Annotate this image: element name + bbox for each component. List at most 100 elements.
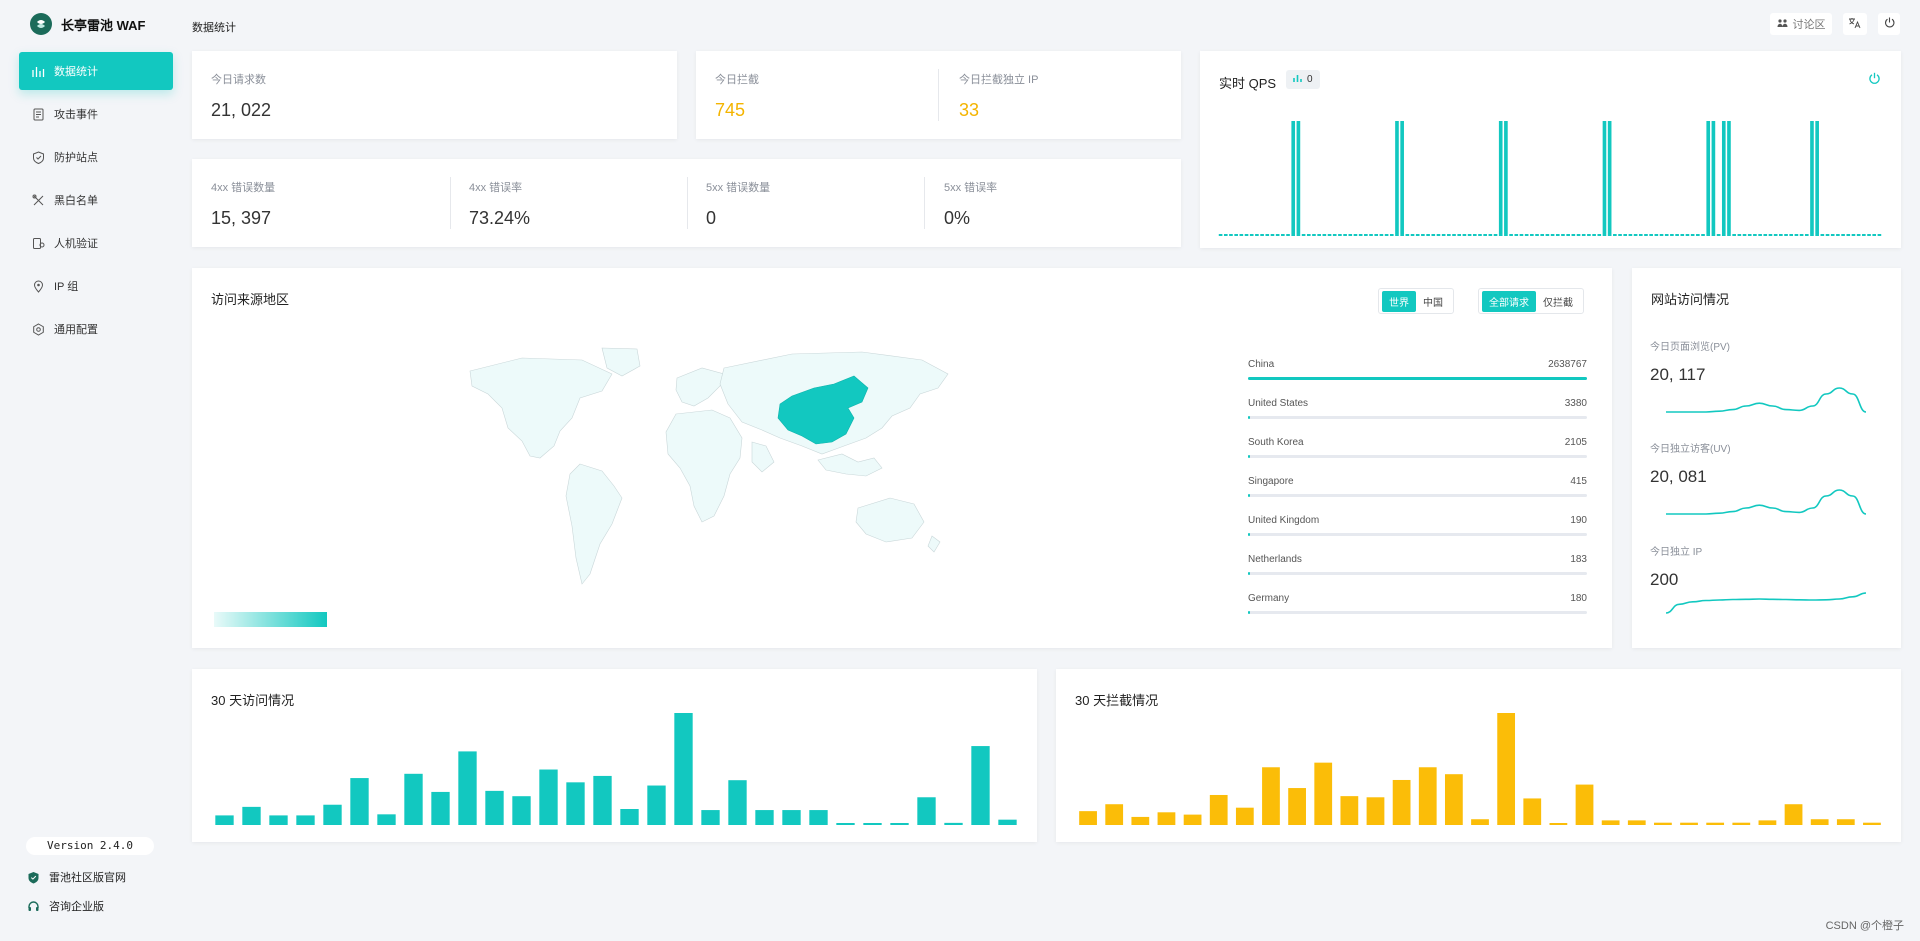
qps-bar bbox=[1649, 234, 1653, 236]
sidebar-item-attack-events[interactable]: 攻击事件 bbox=[19, 95, 173, 133]
ip-value: 200 bbox=[1650, 570, 1679, 589]
visits-bar bbox=[512, 796, 531, 825]
qps-bar bbox=[1602, 121, 1607, 236]
location-pin-icon bbox=[31, 279, 45, 293]
blocks-bar bbox=[1262, 767, 1280, 825]
forum-button[interactable]: 讨论区 bbox=[1770, 13, 1832, 35]
app-title: 长亭雷池 WAF bbox=[61, 17, 146, 33]
qps-bar bbox=[1353, 234, 1358, 236]
visits-bar bbox=[728, 780, 747, 825]
filter-option-blocked[interactable]: 仅拦截 bbox=[1536, 291, 1580, 312]
sidebar-item-label: 数据统计 bbox=[54, 66, 98, 78]
community-site-link[interactable]: 雷池社区版官网 bbox=[26, 869, 126, 885]
qps-bar bbox=[1550, 234, 1555, 236]
rank-bar-fill bbox=[1248, 611, 1251, 614]
country-name: United States bbox=[1248, 398, 1309, 409]
sidebar-item-captcha[interactable]: 人机验证 bbox=[19, 224, 173, 262]
sidebar-item-protected-sites[interactable]: 防护站点 bbox=[19, 138, 173, 176]
qps-bar bbox=[1742, 234, 1747, 236]
qps-bar bbox=[1436, 234, 1441, 236]
scope-option-world[interactable]: 世界 bbox=[1382, 290, 1416, 312]
blocks-bar bbox=[1784, 804, 1803, 825]
blocks-bar bbox=[1235, 807, 1254, 825]
geo-title: 访问来源地区 bbox=[211, 292, 290, 307]
shield-check-icon bbox=[26, 870, 40, 884]
shield-icon bbox=[31, 150, 45, 164]
forum-icon bbox=[1777, 17, 1788, 31]
power-icon[interactable] bbox=[1868, 72, 1881, 90]
visits-30d-card: 30 天访问情况 bbox=[192, 669, 1037, 842]
page-title: 数据统计 bbox=[192, 22, 236, 34]
brand[interactable]: 长亭雷池 WAF bbox=[30, 13, 146, 35]
qps-bar bbox=[1675, 234, 1679, 236]
blocks-bar bbox=[1471, 819, 1489, 825]
world-map[interactable] bbox=[462, 346, 957, 601]
version-badge: Version 2.4.0 bbox=[26, 837, 154, 855]
map-land bbox=[469, 347, 949, 585]
headset-icon bbox=[26, 899, 40, 913]
qps-bar bbox=[1716, 234, 1721, 236]
country-name: Germany bbox=[1248, 593, 1290, 604]
rank-bar-track bbox=[1248, 611, 1587, 614]
qps-bar bbox=[1825, 234, 1830, 236]
qps-bar bbox=[1530, 234, 1534, 236]
sidebar-item-label: 攻击事件 bbox=[54, 109, 98, 121]
watermark: CSDN @个橙子 bbox=[1825, 920, 1904, 932]
logout-button[interactable] bbox=[1878, 13, 1900, 35]
blocks-bar bbox=[1706, 822, 1725, 825]
blocks-bar bbox=[1314, 762, 1333, 825]
qps-bar bbox=[1488, 234, 1493, 236]
blocks-bar bbox=[1810, 819, 1829, 825]
visits-bar bbox=[566, 782, 585, 825]
qps-bar bbox=[1680, 234, 1685, 236]
visits-bar bbox=[242, 806, 261, 825]
pv-label: 今日页面浏览(PV) bbox=[1650, 342, 1730, 353]
sidebar-item-ip-group[interactable]: IP 组 bbox=[19, 267, 173, 305]
country-value: 3380 bbox=[1564, 398, 1587, 409]
sidebar-item-blacklist[interactable]: 黑白名单 bbox=[19, 181, 173, 219]
qps-bar bbox=[1815, 121, 1819, 236]
pv-stat: 今日页面浏览(PV) 20, 117 bbox=[1650, 338, 1870, 385]
qps-bar bbox=[1877, 234, 1882, 236]
ip-sparkline bbox=[1666, 592, 1866, 614]
visits-bar bbox=[674, 713, 693, 825]
qps-bar bbox=[1291, 121, 1296, 236]
qps-bar bbox=[1348, 234, 1353, 236]
qps-bar bbox=[1265, 234, 1270, 236]
e5xx-count-value: 0 bbox=[706, 208, 717, 228]
sidebar-item-label: 人机验证 bbox=[54, 238, 98, 250]
rank-row: United Kingdom 190 bbox=[1248, 515, 1587, 554]
rank-bar-fill bbox=[1248, 533, 1251, 536]
qps-bar bbox=[1566, 234, 1570, 236]
filter-option-all[interactable]: 全部请求 bbox=[1482, 290, 1536, 312]
blocks-bar bbox=[1836, 819, 1855, 825]
qps-bar bbox=[1457, 234, 1462, 236]
qps-bar bbox=[1281, 234, 1285, 236]
qps-bar bbox=[1784, 234, 1788, 236]
e5xx-count-label: 5xx 错误数量 bbox=[706, 182, 771, 194]
qps-bar bbox=[1379, 234, 1384, 236]
qps-bar bbox=[1747, 234, 1752, 236]
qps-current-value: 0 bbox=[1307, 74, 1313, 85]
rank-bar-track bbox=[1248, 416, 1587, 419]
qps-bar bbox=[1306, 234, 1311, 236]
qps-bar bbox=[1763, 234, 1768, 236]
language-button[interactable] bbox=[1843, 13, 1867, 35]
visits-bar bbox=[755, 810, 774, 825]
scope-option-china[interactable]: 中国 bbox=[1416, 291, 1450, 312]
qps-bar bbox=[1633, 234, 1638, 236]
qps-bar bbox=[1389, 234, 1394, 236]
qps-bar bbox=[1415, 234, 1420, 236]
logout-icon bbox=[1884, 17, 1895, 31]
enterprise-link[interactable]: 咨询企业版 bbox=[26, 898, 104, 914]
visits-bar bbox=[404, 773, 423, 825]
country-value: 190 bbox=[1570, 515, 1587, 526]
rank-bar-fill bbox=[1248, 572, 1251, 575]
sidebar-item-stats[interactable]: 数据统计 bbox=[19, 52, 173, 90]
sidebar-item-general-config[interactable]: 通用配置 bbox=[19, 310, 173, 348]
blocks-bar bbox=[1549, 823, 1568, 825]
sidebar-item-label: 黑白名单 bbox=[54, 195, 98, 207]
visits-bar bbox=[323, 804, 342, 825]
sidebar-item-label: IP 组 bbox=[54, 281, 79, 293]
rank-row: Germany 180 bbox=[1248, 593, 1587, 632]
